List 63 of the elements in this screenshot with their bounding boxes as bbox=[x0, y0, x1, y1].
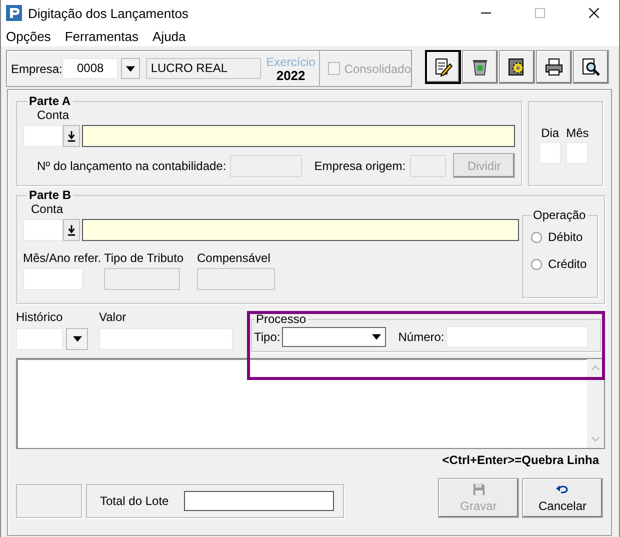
download-arrow-icon bbox=[67, 130, 76, 142]
lookup-button[interactable] bbox=[63, 219, 80, 241]
day-label: Dia bbox=[541, 126, 560, 140]
regime-field: LUCRO REAL bbox=[146, 58, 262, 79]
document-pencil-icon bbox=[433, 57, 453, 77]
menu-item[interactable]: Ajuda bbox=[152, 28, 186, 44]
toolbar-button[interactable] bbox=[573, 50, 609, 84]
caret-icon bbox=[126, 66, 136, 72]
app-logo-icon bbox=[6, 5, 22, 21]
caret-icon bbox=[372, 334, 382, 340]
document-magnifier-icon bbox=[581, 57, 601, 77]
undo-arrow-icon bbox=[556, 483, 570, 496]
number-label: Número: bbox=[398, 330, 444, 344]
status-panel bbox=[16, 484, 82, 518]
total-label: Total do Lote bbox=[100, 494, 169, 508]
company-label: Empresa: bbox=[11, 62, 62, 76]
fiscal-year-value: 2022 bbox=[276, 68, 306, 82]
radio-button[interactable] bbox=[531, 258, 542, 270]
origin-company-field bbox=[410, 154, 446, 176]
toolbar-button[interactable] bbox=[462, 50, 498, 84]
line-break-hint: <Ctrl+Enter>=Quebra Linha bbox=[441, 453, 599, 469]
origin-company-label: Empresa origem: bbox=[314, 158, 406, 172]
history-text-area[interactable] bbox=[16, 358, 605, 449]
account-code-field[interactable] bbox=[23, 219, 63, 241]
account-label: Conta bbox=[37, 108, 70, 122]
group-title: Parte B bbox=[28, 188, 72, 202]
account-code-field[interactable] bbox=[23, 125, 63, 147]
caret-icon bbox=[72, 336, 82, 342]
dropdown-button[interactable] bbox=[66, 328, 88, 350]
consolidated-label: Consolidado bbox=[344, 62, 411, 76]
menu-item[interactable]: Opções bbox=[6, 28, 51, 44]
group-title: Processo bbox=[255, 312, 308, 326]
trash-can-icon bbox=[470, 57, 490, 77]
reference-month-label: Mês/Ano refer. bbox=[23, 251, 102, 265]
close-icon[interactable] bbox=[589, 8, 599, 18]
compensable-label: Compensável bbox=[197, 251, 272, 265]
toolbar-button[interactable] bbox=[536, 50, 572, 84]
dropdown-button[interactable] bbox=[121, 58, 140, 79]
menu-item[interactable]: Ferramentas bbox=[64, 28, 139, 44]
type-label: Tipo: bbox=[254, 330, 280, 344]
account-description-field[interactable] bbox=[82, 125, 516, 147]
download-arrow-icon bbox=[67, 224, 76, 236]
entry-number-label: Nº do lançamento na contabilidade: bbox=[37, 158, 226, 172]
group-title: Parte A bbox=[28, 94, 72, 108]
radio-label: Crédito bbox=[548, 257, 587, 271]
fiscal-year-label: Exercício bbox=[266, 54, 316, 68]
account-label: Conta bbox=[31, 202, 64, 216]
company-field[interactable]: 0008 bbox=[62, 58, 118, 79]
toolbar-button[interactable] bbox=[425, 50, 461, 84]
radio-button[interactable] bbox=[531, 232, 542, 242]
printer-icon bbox=[544, 57, 564, 77]
tax-type-label: Tipo de Tributo bbox=[104, 251, 185, 265]
month-label: Mês bbox=[566, 126, 589, 140]
cancel-button[interactable]: Cancelar bbox=[522, 478, 603, 518]
window-title: Digitação dos Lançamentos bbox=[28, 6, 188, 20]
history-label: Histórico bbox=[16, 310, 64, 324]
radio-label: Débito bbox=[548, 230, 583, 244]
lookup-button[interactable] bbox=[63, 125, 80, 147]
group-title: Operação bbox=[532, 208, 587, 222]
toolbar-button[interactable] bbox=[499, 50, 535, 84]
account-description-field[interactable] bbox=[82, 219, 519, 241]
type-dropdown[interactable] bbox=[282, 327, 386, 347]
value-label: Valor bbox=[99, 310, 128, 324]
